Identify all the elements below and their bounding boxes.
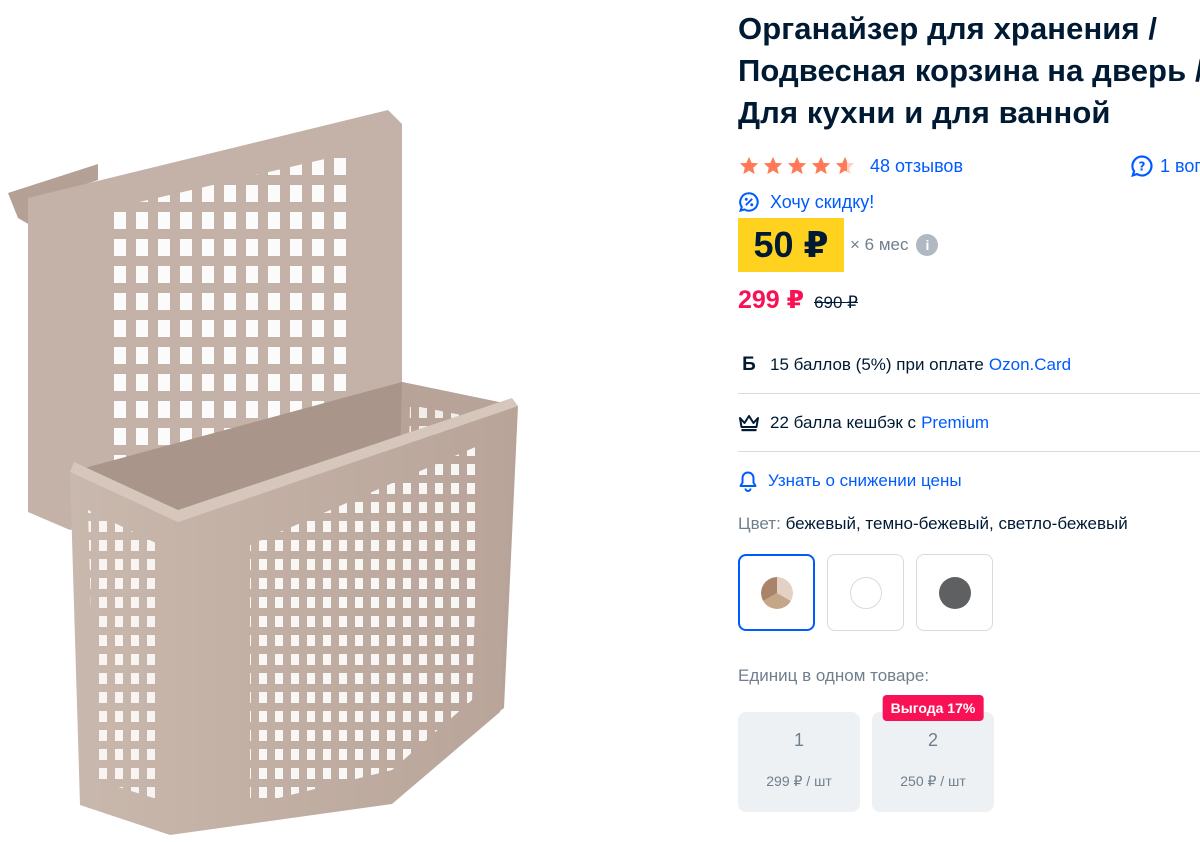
ozon-card-bonus: Б 15 баллов (5%) при оплате Ozon.Card	[738, 336, 1200, 394]
price-drop-notify-link[interactable]: Узнать о снижении цены	[738, 470, 962, 492]
bonus-text: 15 баллов (5%) при оплате	[770, 354, 984, 374]
unit-price: 299 ₽ / шт	[766, 773, 832, 789]
star-icon	[739, 156, 759, 175]
current-price: 299 ₽	[738, 286, 805, 314]
product-title-line: Органайзер для хранения /	[738, 11, 1158, 46]
questions-link[interactable]: ? 1 воп	[1130, 154, 1200, 178]
color-swatch-dark-gray[interactable]	[916, 554, 993, 631]
svg-text:?: ?	[1139, 160, 1146, 174]
unit-option-1[interactable]: 1 299 ₽ / шт	[738, 712, 860, 812]
rating-stars[interactable]	[738, 155, 856, 177]
multi-beige-dot	[760, 576, 793, 609]
savings-badge: Выгода 17%	[882, 695, 984, 721]
units-label: Единиц в одном товаре:	[738, 666, 930, 685]
price-drop-label: Узнать о снижении цены	[768, 471, 962, 490]
color-swatches	[738, 554, 993, 631]
installment-term: × 6 мес	[850, 235, 909, 254]
crown-icon	[738, 412, 760, 434]
premium-link[interactable]: Premium	[921, 413, 989, 433]
star-icon	[763, 156, 783, 175]
color-swatch-white[interactable]	[827, 554, 904, 631]
unit-price: 250 ₽ / шт	[900, 773, 966, 789]
star-icon	[787, 156, 807, 175]
unit-count: 1	[793, 730, 804, 750]
basket-illustration	[8, 110, 518, 835]
discount-bubble-icon	[739, 192, 759, 213]
color-label: Цвет: бежевый, темно-бежевый, светло-беж…	[738, 514, 1128, 534]
ozon-card-link[interactable]: Ozon.Card	[989, 355, 1071, 375]
color-value: бежевый, темно-бежевый, светло-бежевый	[785, 514, 1128, 533]
info-icon[interactable]: i	[916, 234, 939, 256]
cashback-text: 22 балла кешбэк с	[770, 412, 917, 432]
premium-cashback: 22 балла кешбэк с Premium	[738, 394, 1200, 452]
question-bubble-icon: ?	[1131, 155, 1153, 178]
unit-option-2[interactable]: Выгода 17% 2 250 ₽ / шт	[872, 695, 994, 812]
old-price: 690 ₽	[814, 293, 858, 312]
color-label-title: Цвет:	[738, 514, 781, 533]
star-half-icon	[835, 156, 855, 175]
questions-label: 1 воп	[1160, 155, 1200, 176]
dark-gray-dot	[938, 576, 971, 609]
reviews-link[interactable]: 48 отзывов	[870, 156, 963, 177]
bell-icon	[739, 471, 757, 492]
rating-row: 48 отзывов ? 1 воп	[738, 152, 1200, 180]
points-icon: Б	[742, 353, 756, 375]
want-discount-link[interactable]: Хочу скидку!	[738, 191, 874, 213]
product-title: Органайзер для хранения / Подвесная корз…	[738, 8, 1200, 134]
units-options: 1 299 ₽ / шт Выгода 17% 2 250 ₽ / шт	[738, 695, 994, 812]
product-info-panel: Органайзер для хранения / Подвесная корз…	[738, 0, 1200, 842]
product-image[interactable]	[0, 100, 530, 842]
installment-row: 50 ₽ × 6 мес i	[738, 218, 939, 272]
white-dot	[849, 576, 882, 609]
product-title-line: Подвесная корзина на дверь /	[738, 53, 1200, 88]
color-swatch-multi-beige[interactable]	[738, 554, 815, 631]
installment-amount[interactable]: 50 ₽	[738, 218, 844, 272]
want-discount-label: Хочу скидку!	[770, 191, 875, 212]
price-row: 299 ₽ 690 ₽	[738, 285, 858, 315]
product-title-line: Для кухни и для ванной	[738, 95, 1111, 130]
unit-count: 2	[927, 730, 938, 750]
star-icon	[811, 156, 831, 175]
